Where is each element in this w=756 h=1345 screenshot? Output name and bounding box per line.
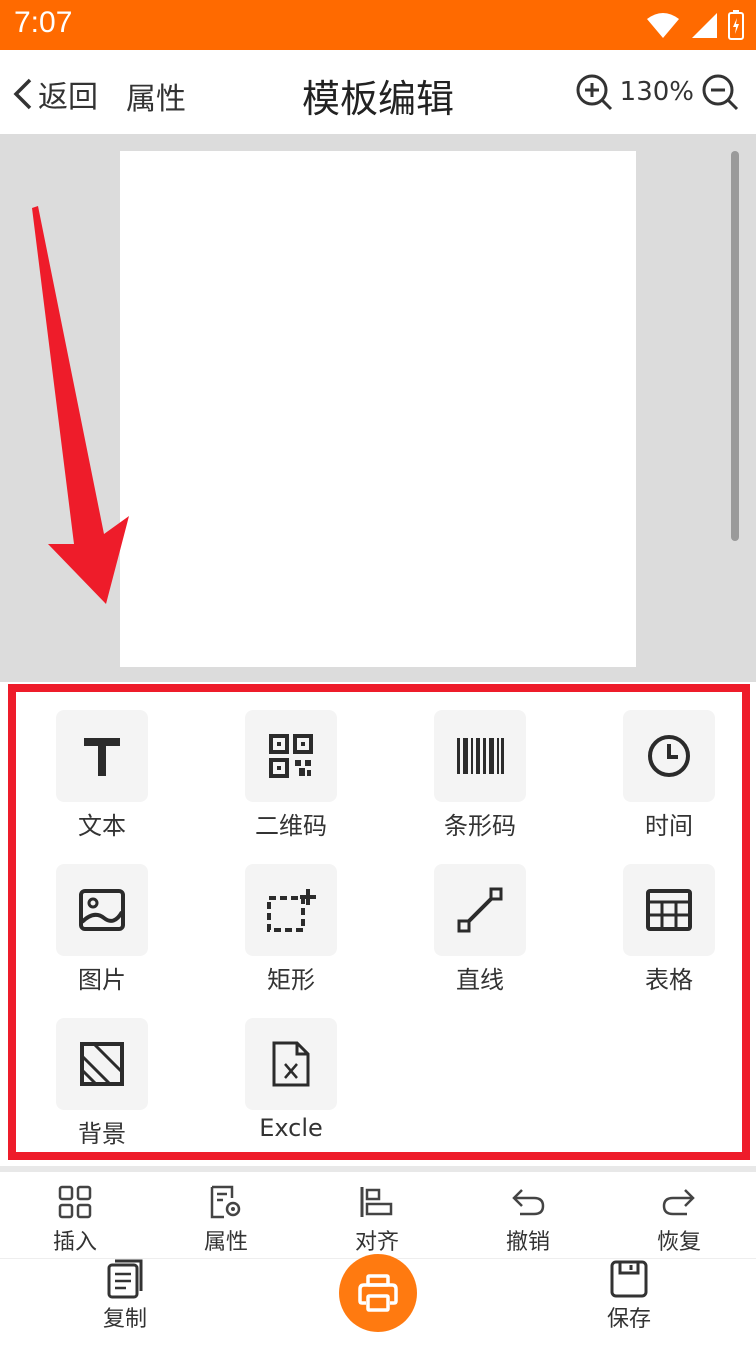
copy-label: 复制	[102, 1307, 147, 1332]
attributes-button[interactable]: 属性	[126, 74, 186, 118]
bottom-toolbar: 插入 属性 对齐 撤销 恢复	[0, 1176, 756, 1260]
vertical-scrollbar[interactable]	[731, 151, 739, 541]
tool-label: 背景	[78, 1120, 126, 1148]
insert-label: 插入	[52, 1230, 97, 1255]
align-label: 对齐	[354, 1230, 399, 1255]
undo-button[interactable]: 撤销	[468, 1182, 588, 1256]
tool-image[interactable]: 图片	[32, 864, 172, 995]
undo-label: 撤销	[505, 1230, 550, 1255]
redo-button[interactable]: 恢复	[619, 1182, 739, 1256]
undo-icon	[512, 1189, 545, 1216]
tool-barcode[interactable]: 条形码	[410, 710, 550, 841]
printer-icon	[358, 1274, 398, 1312]
text-icon	[84, 738, 120, 776]
tool-label: 条形码	[444, 812, 516, 840]
divider	[0, 1166, 756, 1172]
save-button[interactable]: 保存	[569, 1259, 689, 1333]
tool-label: 文本	[78, 812, 126, 840]
barcode-icon	[457, 738, 504, 774]
tool-table[interactable]: 表格	[599, 864, 739, 995]
zoom-level: 130%	[619, 77, 694, 107]
label-canvas[interactable]	[120, 151, 636, 667]
line-icon	[457, 887, 503, 933]
tool-excel[interactable]: Excle	[221, 1018, 361, 1142]
copy-button[interactable]: 复制	[65, 1259, 185, 1333]
tool-label: 时间	[645, 812, 693, 840]
print-button[interactable]	[339, 1254, 417, 1332]
copy-icon	[107, 1259, 143, 1299]
redo-label: 恢复	[656, 1230, 701, 1255]
tool-label: 图片	[78, 966, 126, 994]
table-icon	[646, 889, 692, 931]
tool-qrcode[interactable]: 二维码	[221, 710, 361, 841]
align-button[interactable]: 对齐	[317, 1182, 437, 1256]
insert-tools-panel: 文本 二维码 条形码 时间 图片 矩形 直线 表格 背景 Excle	[8, 684, 750, 1160]
red-arrow-annotation	[32, 206, 129, 604]
clock-icon	[648, 735, 690, 777]
battery-icon	[728, 10, 744, 40]
status-bar: 7:07	[0, 0, 756, 50]
tool-label: 直线	[456, 966, 504, 994]
properties-button[interactable]: 属性	[166, 1182, 286, 1256]
tool-time[interactable]: 时间	[599, 710, 739, 841]
tool-line[interactable]: 直线	[410, 864, 550, 995]
excel-icon	[272, 1041, 310, 1087]
zoom-in-icon[interactable]	[574, 72, 614, 112]
tool-label: Excle	[259, 1114, 323, 1142]
chevron-left-icon	[13, 78, 32, 110]
qrcode-icon	[269, 734, 313, 778]
tool-background[interactable]: 背景	[32, 1018, 172, 1149]
properties-label: 属性	[203, 1230, 248, 1255]
status-icons	[646, 10, 744, 40]
wifi-icon	[647, 13, 679, 38]
rectangle-icon	[267, 889, 316, 932]
align-icon	[360, 1187, 393, 1217]
tool-label: 矩形	[267, 966, 315, 994]
status-time: 7:07	[14, 6, 73, 39]
save-label: 保存	[606, 1307, 651, 1332]
tool-label: 二维码	[255, 812, 327, 840]
zoom-control: 130%	[574, 72, 740, 112]
background-icon	[80, 1042, 124, 1086]
app-bar: 返回 属性 模板编辑 130%	[0, 50, 756, 134]
back-button[interactable]: 返回	[8, 72, 98, 116]
insert-button[interactable]: 插入	[15, 1182, 135, 1256]
zoom-out-icon[interactable]	[700, 72, 740, 112]
canvas-area[interactable]	[0, 134, 756, 682]
tool-rectangle[interactable]: 矩形	[221, 864, 361, 995]
image-icon	[79, 889, 125, 931]
signal-icon	[692, 13, 717, 38]
grid-icon	[58, 1185, 92, 1219]
save-icon	[610, 1260, 648, 1298]
properties-icon	[210, 1185, 241, 1219]
tool-label: 表格	[645, 966, 693, 994]
tool-text[interactable]: 文本	[32, 710, 172, 841]
redo-icon	[662, 1189, 695, 1216]
back-label: 返回	[38, 80, 98, 115]
